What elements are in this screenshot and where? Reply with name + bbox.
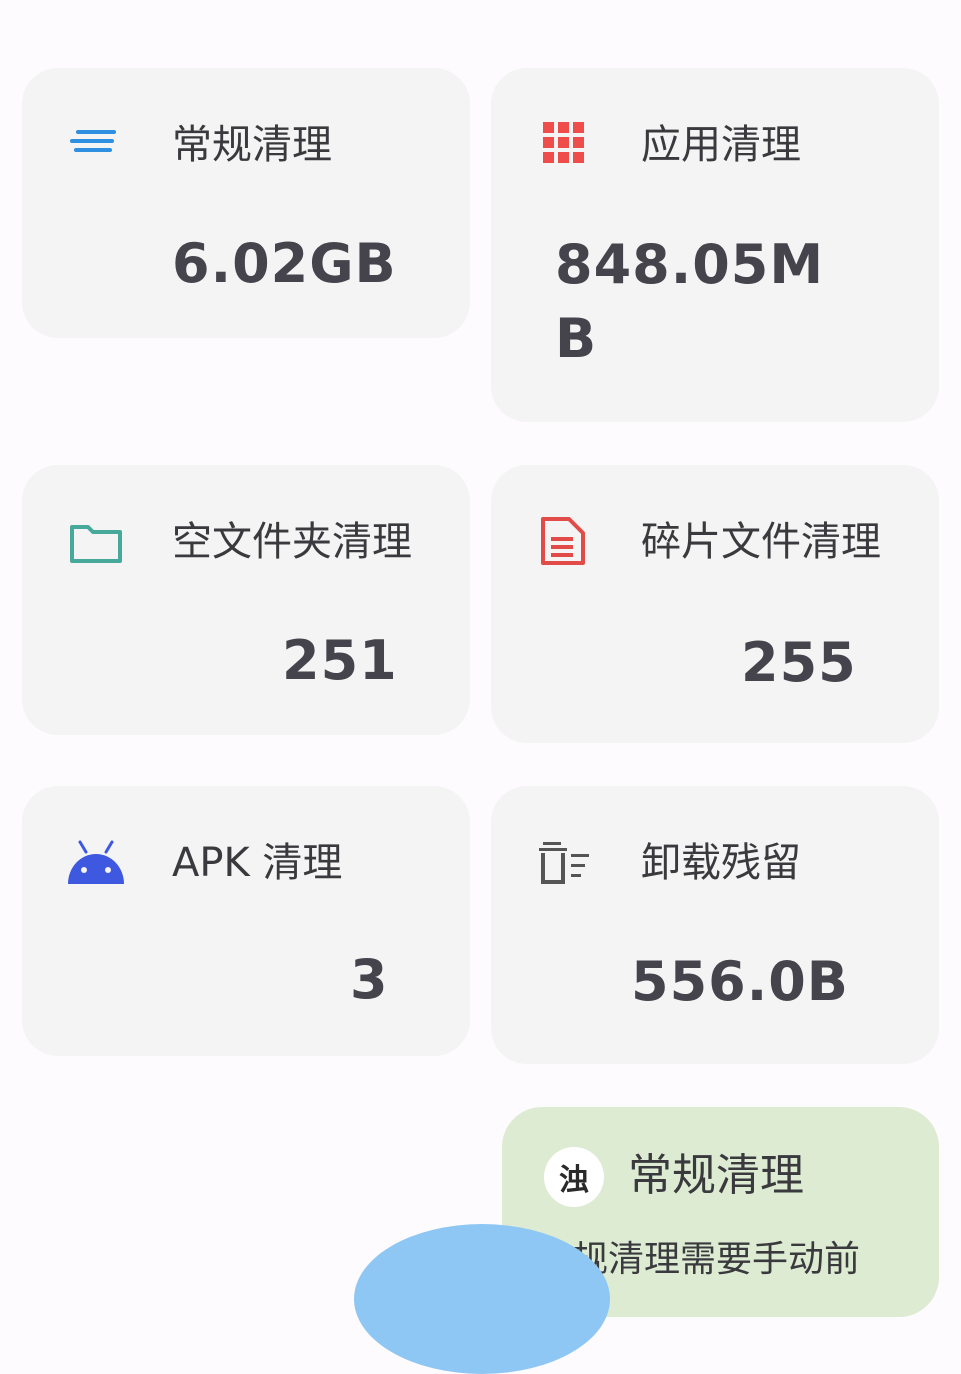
general-clean-card[interactable]: 常规清理 6.02GB [22, 68, 470, 338]
popup-description: 规清理需要手动前 [572, 1239, 861, 1280]
floating-action-button[interactable] [354, 1224, 610, 1374]
fragment-file-clean-card[interactable]: 碎片文件清理 255 [491, 465, 939, 743]
grid-icon [543, 122, 584, 163]
app-clean-value: 848.05MB [555, 233, 825, 370]
general-clean-value: 6.02GB [172, 232, 397, 295]
uninstall-residue-card[interactable]: 卸载残留 556.0B [491, 786, 939, 1064]
lines-icon [70, 130, 116, 152]
popup-title: 常规清理 [628, 1150, 804, 1201]
folder-icon [70, 525, 122, 563]
empty-folder-clean-title: 空文件夹清理 [172, 519, 412, 565]
document-icon [541, 517, 585, 565]
empty-folder-clean-value: 251 [282, 629, 398, 692]
apk-clean-value: 3 [350, 948, 389, 1011]
empty-folder-clean-card[interactable]: 空文件夹清理 251 [22, 465, 470, 735]
trash-list-icon [539, 842, 589, 884]
app-clean-title: 应用清理 [641, 122, 801, 168]
uninstall-residue-title: 卸载残留 [641, 840, 801, 886]
fragment-file-clean-value: 255 [741, 631, 857, 694]
android-icon [68, 840, 124, 884]
general-clean-title: 常规清理 [172, 122, 332, 168]
apk-clean-title: APK 清理 [172, 840, 343, 886]
app-logo-badge: 浊 [544, 1147, 604, 1207]
app-clean-card[interactable]: 应用清理 848.05MB [491, 68, 939, 422]
uninstall-residue-value: 556.0B [631, 950, 849, 1013]
apk-clean-card[interactable]: APK 清理 3 [22, 786, 470, 1056]
fragment-file-clean-title: 碎片文件清理 [641, 519, 881, 565]
